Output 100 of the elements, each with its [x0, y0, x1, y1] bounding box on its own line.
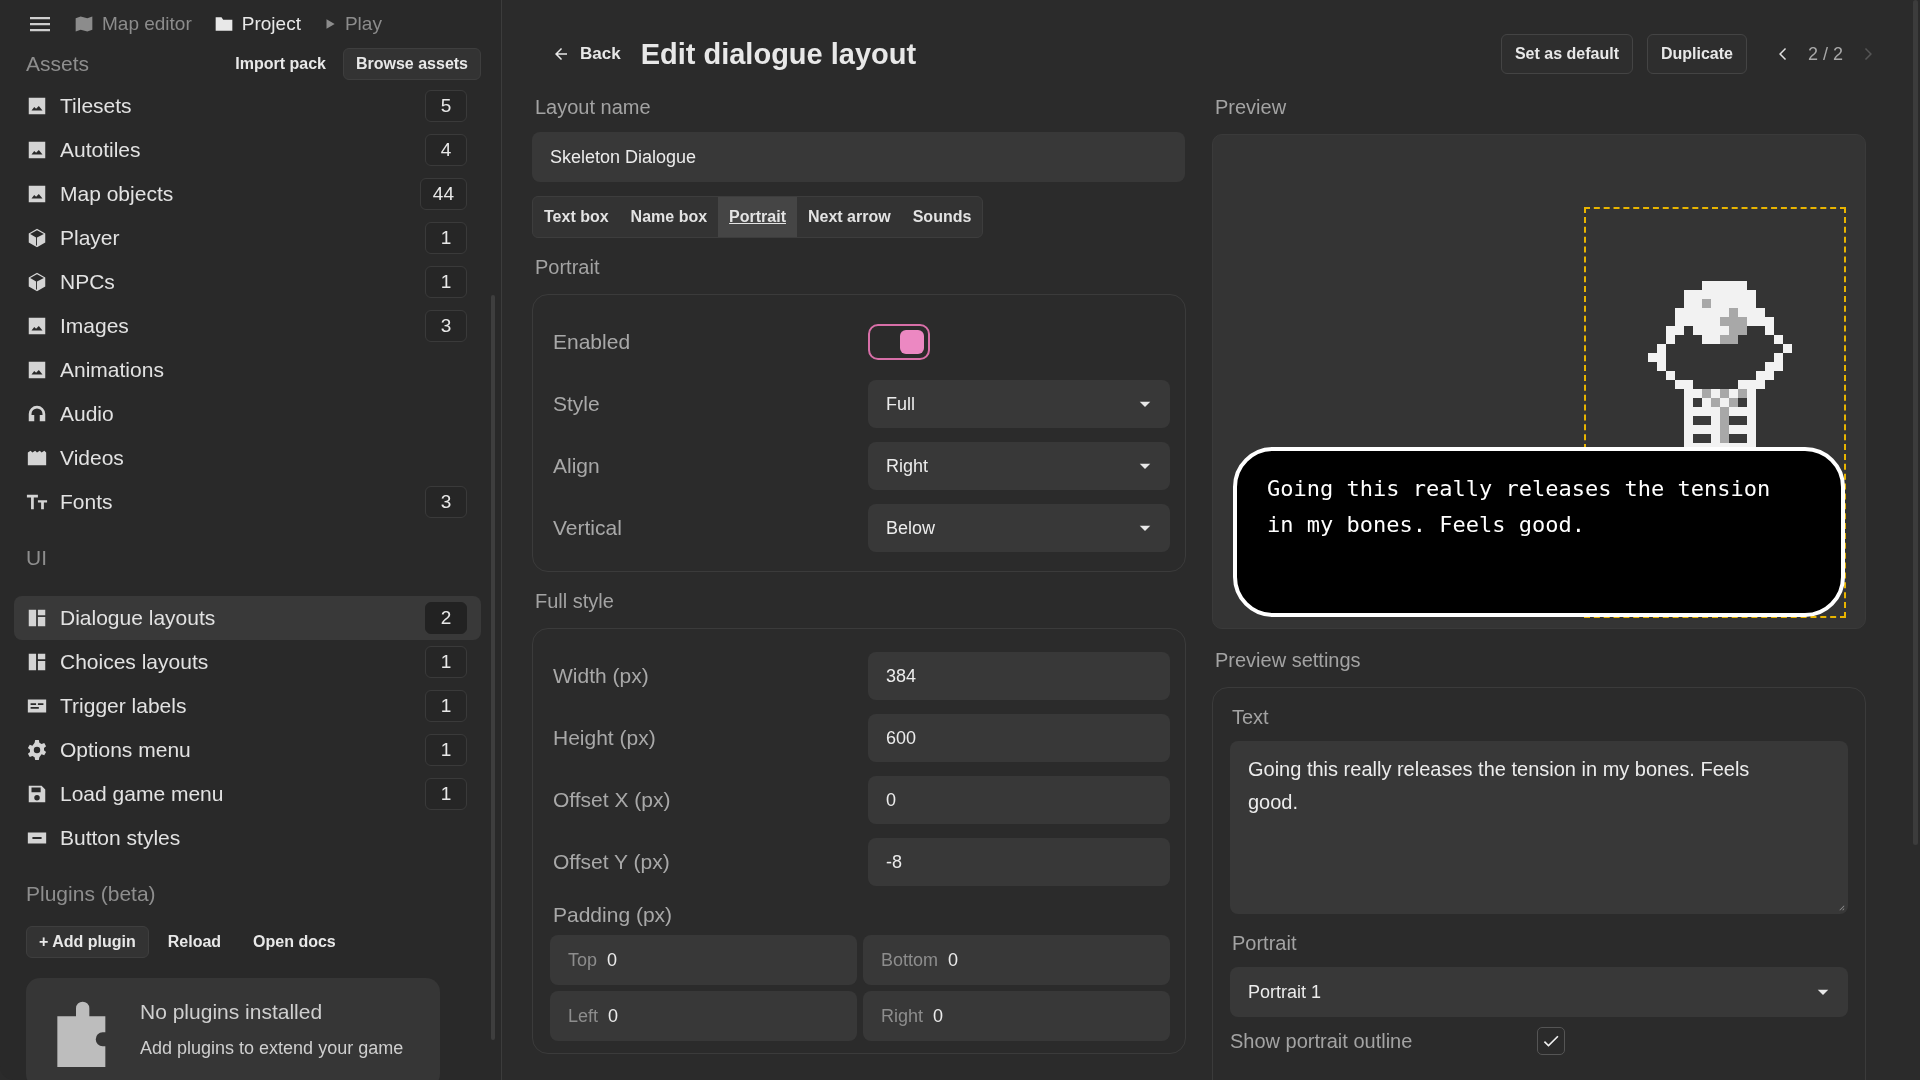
sidebar-item[interactable]: Videos — [14, 436, 481, 480]
count-badge: 3 — [425, 486, 467, 518]
number-field[interactable]: Left 0 — [550, 991, 857, 1041]
nav-tab[interactable]: Map editor — [74, 13, 192, 35]
section-heading: Full style — [535, 590, 615, 614]
count-badge: 1 — [425, 222, 467, 254]
sidebar-item[interactable]: Audio — [14, 392, 481, 436]
tab[interactable]: Next arrow — [797, 197, 902, 237]
nav-tab[interactable]: Project — [213, 13, 301, 35]
number-field[interactable]: Bottom 0 — [863, 935, 1170, 985]
dropdown[interactable]: Right — [868, 442, 1170, 490]
item-label: Load game menu — [60, 782, 225, 806]
sidebar-item[interactable]: Dialogue layouts 2 — [14, 596, 481, 640]
layout-icon — [26, 607, 48, 629]
sidebar-item[interactable]: Options menu 1 — [14, 728, 481, 772]
number-field[interactable]: 384 — [868, 652, 1170, 700]
sidebar-item[interactable]: Autotiles 4 — [14, 128, 481, 172]
nav-tab[interactable]: Play — [322, 13, 382, 35]
field-label: Padding (px) — [553, 903, 674, 927]
toggle-switch[interactable] — [868, 324, 930, 360]
number-field[interactable]: Right 0 — [863, 991, 1170, 1041]
page-counter: 2 / 2 — [1807, 43, 1843, 65]
count-badge: 1 — [425, 646, 467, 678]
sidebar-item[interactable]: NPCs 1 — [14, 260, 481, 304]
field-label: Offset X (px) — [553, 788, 672, 812]
count-badge: 2 — [425, 602, 467, 634]
item-label: Autotiles — [60, 138, 142, 162]
chevron-right-icon — [1863, 46, 1872, 62]
text-field[interactable]: Skeleton Dialogue — [532, 132, 1185, 182]
checkbox-label: Show portrait outline — [1230, 1029, 1414, 1053]
page-title: Edit dialogue layout — [640, 37, 918, 71]
item-label: Button styles — [60, 826, 182, 850]
folder-icon — [213, 14, 234, 34]
field-label: Layout name — [535, 96, 652, 120]
action-link[interactable]: Import pack — [222, 48, 339, 80]
item-label: Player — [60, 226, 121, 250]
image-icon — [26, 315, 48, 337]
section-heading: Preview settings — [1215, 649, 1362, 673]
action-button[interactable]: Browse assets — [342, 48, 481, 80]
count-badge: 44 — [419, 178, 467, 210]
number-field[interactable]: -8 — [868, 838, 1170, 886]
section-heading: Plugins (beta) — [26, 882, 157, 906]
item-label: Audio — [60, 402, 115, 426]
action-link[interactable]: Open docs — [240, 926, 349, 958]
image-icon — [26, 139, 48, 161]
sidebar-item[interactable]: Choices layouts 1 — [14, 640, 481, 684]
tab[interactable]: Portrait — [718, 197, 797, 237]
layout-icon — [26, 651, 48, 673]
number-field[interactable]: 0 — [868, 776, 1170, 824]
sidebar-item[interactable]: Images 3 — [14, 304, 481, 348]
field-label: Align — [553, 454, 601, 478]
tab[interactable]: Text box — [533, 197, 620, 237]
sidebar-item[interactable]: Player 1 — [14, 216, 481, 260]
item-label: Map objects — [60, 182, 175, 206]
action-button[interactable]: + Add plugin — [26, 926, 149, 958]
field-label: Portrait — [1232, 932, 1298, 955]
sidebar-item[interactable]: Tilesets 5 — [14, 84, 481, 128]
image-icon — [26, 183, 48, 205]
section-heading: Preview — [1215, 96, 1288, 120]
item-label: Choices layouts — [60, 650, 210, 674]
image-icon — [26, 95, 48, 117]
sidebar-item[interactable]: Button styles — [14, 816, 481, 860]
dropdown[interactable]: Below — [868, 504, 1170, 552]
item-label: Trigger labels — [60, 694, 188, 718]
count-badge: 5 — [425, 90, 467, 122]
dropdown[interactable]: Portrait 1 — [1230, 967, 1848, 1017]
tab[interactable]: Name box — [619, 197, 719, 237]
header-button[interactable]: Set as default — [1500, 34, 1633, 74]
back-button[interactable]: Back — [546, 40, 627, 68]
count-badge: 1 — [425, 690, 467, 722]
dialogue-text: Going this really releases the tension in my bones. Feels good. — [1267, 475, 1772, 539]
text-area[interactable]: Going this really releases the tension in my bones. Feels good. — [1230, 741, 1848, 914]
sidebar-item[interactable]: Fonts 3 — [14, 480, 481, 524]
sidebar-item[interactable]: Animations — [14, 348, 481, 392]
count-badge: 3 — [425, 310, 467, 342]
field-label: Height (px) — [553, 726, 657, 750]
cube-icon — [26, 271, 48, 293]
action-link[interactable]: Reload — [154, 926, 235, 958]
item-label: Images — [60, 314, 130, 338]
header-button[interactable]: Duplicate — [1646, 34, 1747, 74]
item-label: Videos — [60, 446, 125, 470]
item-label: NPCs — [60, 270, 116, 294]
cube-icon — [26, 227, 48, 249]
dropdown[interactable]: Full — [868, 380, 1170, 428]
count-badge: 4 — [425, 134, 467, 166]
item-label: Dialogue layouts — [60, 606, 217, 630]
sidebar-item[interactable]: Map objects 44 — [14, 172, 481, 216]
sidebar-item[interactable]: Load game menu 1 — [14, 772, 481, 816]
checkbox[interactable] — [1537, 1027, 1565, 1055]
number-field[interactable]: Top 0 — [550, 935, 857, 985]
item-label: Fonts — [60, 490, 114, 514]
tab[interactable]: Sounds — [901, 197, 983, 237]
field-label: Style — [553, 392, 601, 416]
count-badge: 1 — [425, 266, 467, 298]
number-field[interactable]: 600 — [868, 714, 1170, 762]
chevron-left-icon — [1778, 46, 1788, 62]
field-label: Text — [1232, 706, 1270, 729]
item-label: Options menu — [60, 738, 192, 762]
sidebar-item[interactable]: Trigger labels 1 — [14, 684, 481, 728]
count-badge: 1 — [425, 778, 467, 810]
